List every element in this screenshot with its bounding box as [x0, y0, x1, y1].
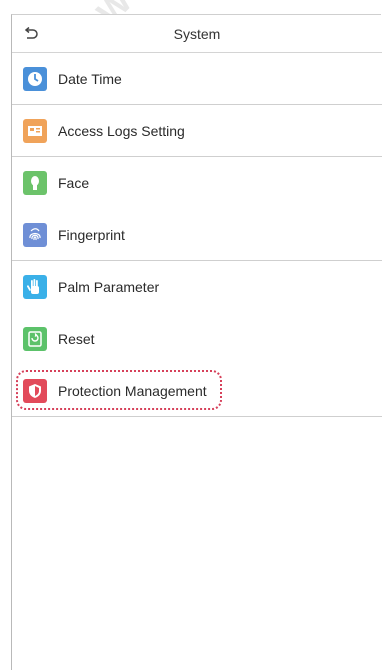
shield-icon [23, 378, 47, 403]
menu-item-label: Date Time [58, 70, 122, 87]
menu-item-access-logs-setting[interactable]: Access Logs Setting [12, 105, 382, 157]
menu-item-face[interactable]: Face [12, 157, 382, 209]
system-screen: System Date Time Access Logs Setting Fac… [11, 14, 382, 670]
page-title: System [173, 26, 221, 42]
menu-item-label: Access Logs Setting [58, 122, 185, 139]
menu-item-label: Reset [58, 331, 95, 347]
menu-item-palm-parameter[interactable]: Palm Parameter [12, 261, 382, 313]
palm-icon [23, 275, 47, 299]
reset-icon [23, 327, 47, 351]
menu-item-protection-management[interactable]: Protection Management [12, 365, 382, 417]
face-icon [23, 171, 47, 195]
menu-item-reset[interactable]: Reset [12, 313, 382, 365]
menu-item-fingerprint[interactable]: Fingerprint [12, 209, 382, 261]
menu-item-label: Fingerprint [58, 226, 125, 243]
clock-icon [23, 66, 47, 91]
menu-item-label: Protection Management [58, 382, 207, 399]
menu-item-label: Face [58, 175, 90, 191]
logs-icon [23, 118, 47, 143]
menu-item-label: Palm Parameter [58, 279, 160, 295]
menu-item-date-time[interactable]: Date Time [12, 53, 382, 105]
fingerprint-icon [23, 222, 47, 247]
title-bar: System [12, 15, 382, 53]
